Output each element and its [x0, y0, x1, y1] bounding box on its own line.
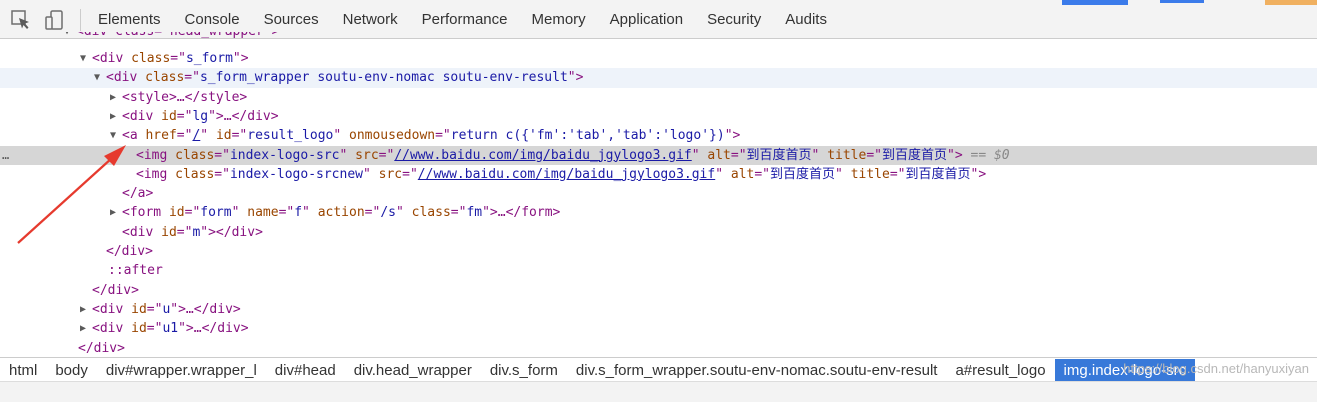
breadcrumb-s-form[interactable]: div.s_form: [481, 359, 567, 381]
tree-node-s-form-close[interactable]: </div>: [0, 281, 1317, 300]
tree-node-u1[interactable]: ▶ <div id="u1">…</div>: [0, 319, 1317, 338]
breadcrumb: html body div#wrapper.wrapper_l div#head…: [0, 357, 1317, 381]
tree-node-form[interactable]: ▶ <form id="form" name="f" action="/s" c…: [0, 203, 1317, 222]
expand-triangle-icon[interactable]: ▶: [110, 88, 116, 107]
breadcrumb-wrapper[interactable]: div#wrapper.wrapper_l: [97, 359, 266, 381]
inspect-element-icon[interactable]: [10, 9, 32, 31]
tree-node-a-close[interactable]: </a>: [0, 184, 1317, 203]
console-ref-indicator: == $0: [962, 147, 1010, 163]
page-remnant-blue-2: [1160, 0, 1204, 3]
tree-node-head-wrapper[interactable]: ▼ <div class="head_wrapper">: [0, 32, 1317, 41]
expand-triangle-icon[interactable]: ▶: [110, 203, 116, 222]
node-menu-dots[interactable]: …: [2, 146, 10, 165]
tree-node-s-form[interactable]: ▼ <div class="s_form">: [0, 49, 1317, 68]
toolbar-divider: [80, 9, 81, 31]
tree-node-index-logo-srcnew[interactable]: <img class="index-logo-srcnew" src="//ww…: [0, 165, 1317, 184]
tree-node-m[interactable]: <div id="m"></div>: [0, 223, 1317, 242]
tree-node-style[interactable]: ▶ <style>…</style>: [0, 88, 1317, 107]
collapse-triangle-icon[interactable]: ▼: [94, 68, 100, 87]
breadcrumb-s-form-wrapper[interactable]: div.s_form_wrapper.soutu-env-nomac.soutu…: [567, 359, 947, 381]
dom-tree: ▼ <div class="head_wrapper"> ▼ <div clas…: [0, 32, 1317, 358]
breadcrumb-html[interactable]: html: [0, 359, 46, 381]
device-toolbar-icon[interactable]: [43, 9, 65, 31]
expand-triangle-icon[interactable]: ▶: [80, 319, 86, 338]
tree-node-div-close[interactable]: </div>: [0, 242, 1317, 261]
breadcrumb-result-logo[interactable]: a#result_logo: [946, 359, 1054, 381]
tree-node-result-logo[interactable]: ▼ <a href="/" id="result_logo" onmousedo…: [0, 126, 1317, 145]
collapse-triangle-icon[interactable]: ▼: [110, 126, 116, 145]
expand-triangle-icon[interactable]: ▶: [110, 107, 116, 126]
styles-pane-edge: [0, 381, 1317, 402]
tree-node-u[interactable]: ▶ <div id="u">…</div>: [0, 300, 1317, 319]
tree-node-s-form-wrapper[interactable]: ▼ <div class="s_form_wrapper soutu-env-n…: [0, 68, 1317, 88]
watermark: https://blog.csdn.net/hanyuxiyan: [1123, 361, 1309, 376]
collapse-triangle-icon[interactable]: ▼: [64, 32, 70, 41]
page-remnant-orange: [1265, 0, 1317, 5]
tree-node-after-pseudo[interactable]: ::after: [0, 261, 1317, 280]
tree-node-head-close[interactable]: </div>: [0, 339, 1317, 358]
page-remnant-blue: [1062, 0, 1128, 5]
breadcrumb-body[interactable]: body: [46, 359, 97, 381]
tree-node-index-logo-src-selected[interactable]: … <img class="index-logo-src" src="//www…: [0, 145, 1317, 165]
breadcrumb-head[interactable]: div#head: [266, 359, 345, 381]
collapse-triangle-icon[interactable]: ▼: [80, 49, 86, 68]
tree-node-lg[interactable]: ▶ <div id="lg">…</div>: [0, 107, 1317, 126]
expand-triangle-icon[interactable]: ▶: [80, 300, 86, 319]
breadcrumb-head-wrapper[interactable]: div.head_wrapper: [345, 359, 481, 381]
